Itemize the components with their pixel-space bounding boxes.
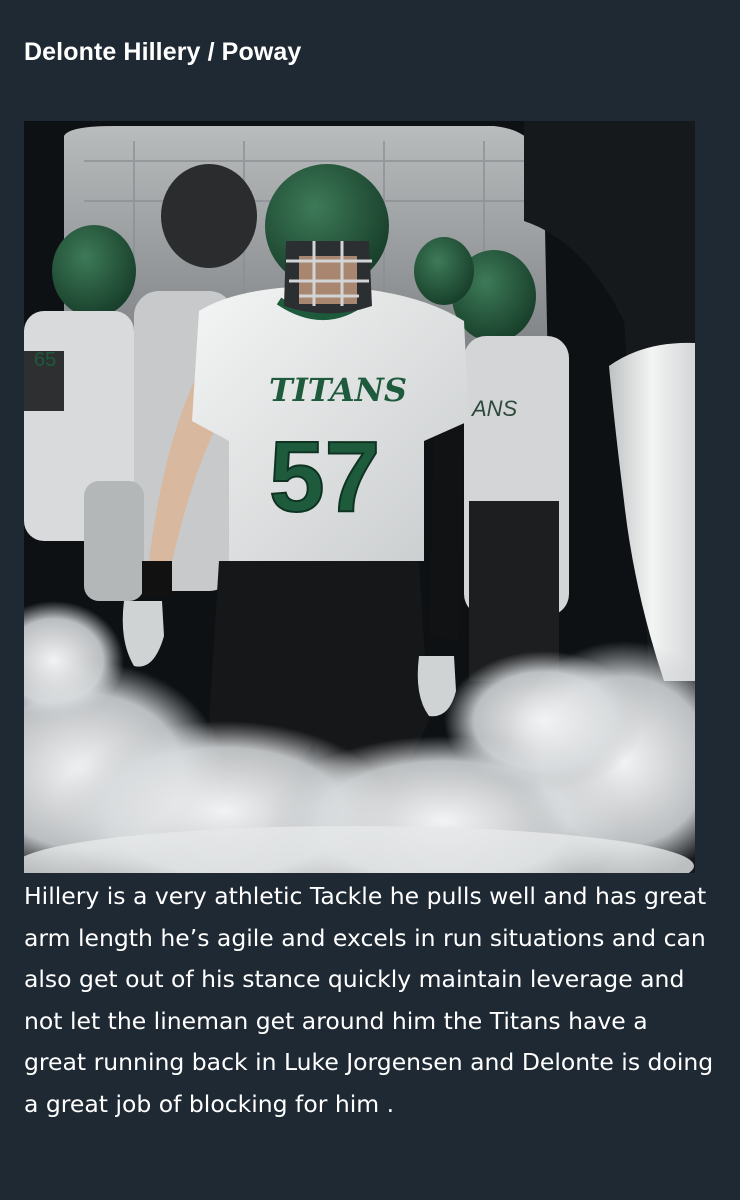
article-heading: Delonte Hillery / Poway xyxy=(24,38,302,66)
svg-text:ANS: ANS xyxy=(470,396,518,421)
jersey-number: 57 xyxy=(269,421,380,533)
player-photo: 65 ANS TITANS 57 xyxy=(24,121,695,873)
left-player-number: 65 xyxy=(34,349,56,371)
jersey-text: TITANS xyxy=(269,371,407,409)
article-caption: Hillery is a very athletic Tackle he pul… xyxy=(24,882,714,1118)
